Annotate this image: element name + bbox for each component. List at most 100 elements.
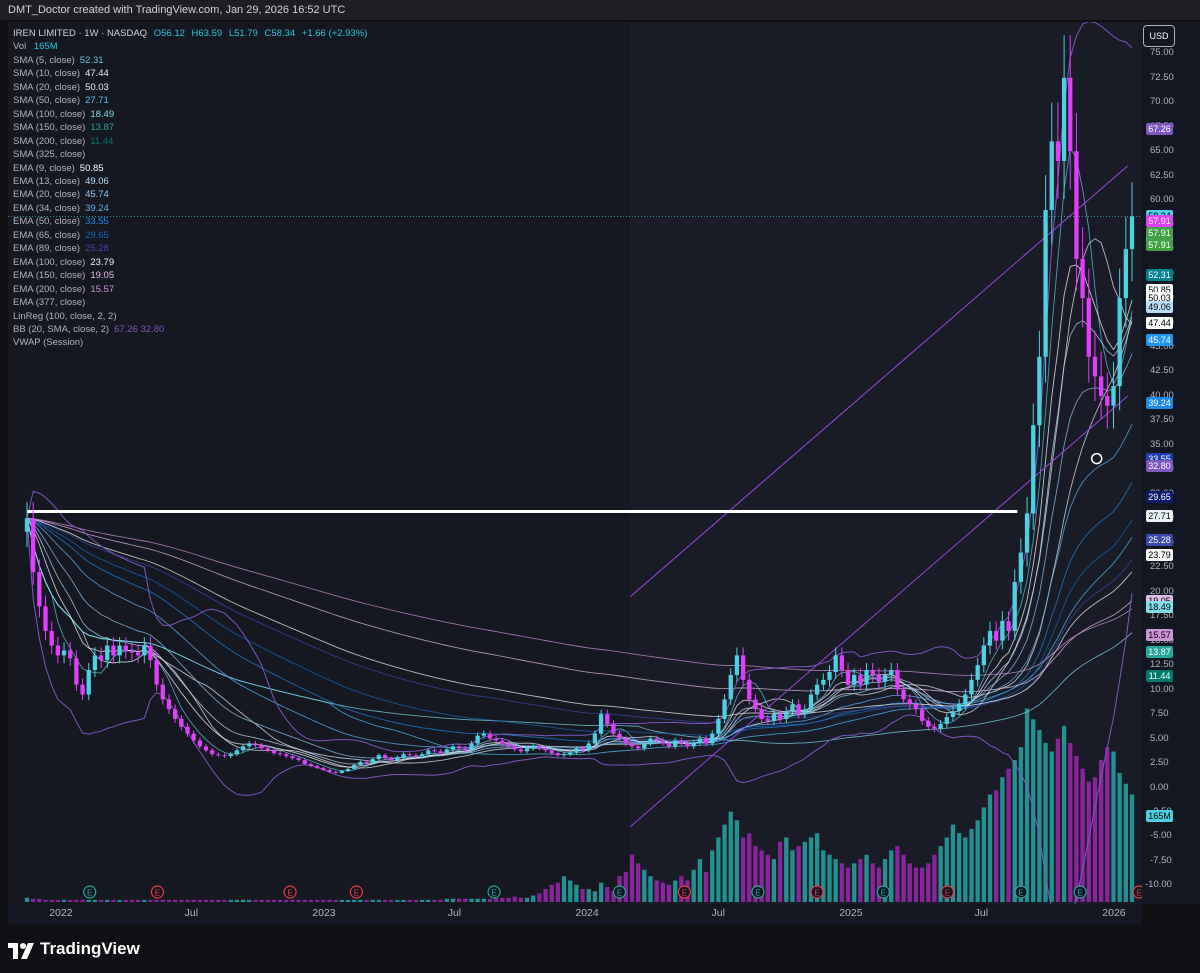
legend-indicator-row[interactable]: SMA (150, close) 13.87 [13, 121, 367, 134]
price-tag: 57.91 [1146, 238, 1173, 251]
volume-bar [1061, 725, 1067, 902]
volume-bar [722, 824, 727, 902]
legend-indicator-row[interactable]: EMA (377, close) [13, 296, 367, 309]
candle-body [222, 755, 227, 757]
legend-indicator-row[interactable]: SMA (325, close) [13, 148, 367, 161]
legend-indicator-row[interactable]: SMA (100, close) 18.49 [13, 108, 367, 121]
candle-body [111, 645, 116, 656]
legend-indicator-value: 15.57 [90, 283, 115, 295]
volume-bar [444, 898, 449, 902]
legend-indicator-row[interactable]: EMA (150, close) 19.05 [13, 269, 367, 282]
candle-body [913, 704, 919, 710]
candle-body [882, 674, 888, 682]
price-tag: 27.71 [1146, 510, 1173, 523]
legend-indicator-label: EMA (89, close) [13, 243, 81, 255]
legend-indicator-row[interactable]: LinReg (100, close, 2, 2) [13, 310, 367, 323]
legend-indicator-row[interactable]: EMA (50, close) 33.55 [13, 215, 367, 228]
volume-bar [648, 876, 653, 902]
legend-indicator-row[interactable]: SMA (50, close) 27.71 [13, 94, 367, 107]
candle-body [1086, 298, 1091, 357]
volume-bar [222, 899, 227, 902]
candle-body [1068, 77, 1073, 152]
legend-symbol[interactable]: IREN LIMITED · 1W · NASDAQ [13, 28, 147, 39]
volume-bar [302, 899, 307, 902]
y-tick-label: 37.50 [1150, 414, 1174, 426]
volume-bar [771, 859, 777, 902]
volume-bar [129, 899, 135, 902]
candle-body [191, 733, 196, 741]
price-tag: 25.28 [1146, 534, 1173, 547]
volume-bar [870, 863, 875, 902]
volume-bar [740, 837, 746, 902]
legend-indicator-row[interactable]: EMA (89, close) 25.28 [13, 242, 367, 255]
legend-indicator-row[interactable]: BB (20, SMA, close, 2) 67.26 32.80 [13, 323, 367, 336]
candle-body [339, 770, 344, 773]
candle-body [24, 518, 30, 532]
candle-body [666, 743, 672, 747]
candle-body [1055, 141, 1061, 162]
volume-bar [259, 899, 264, 902]
volume-bar [1012, 760, 1017, 902]
volume-bar [49, 899, 54, 902]
volume-bar [703, 871, 709, 902]
candle-body [975, 665, 980, 680]
price-tag: 23.79 [1146, 548, 1173, 561]
legend-indicator-row[interactable]: VWAP (Session) [13, 336, 367, 349]
legend-indicator-row[interactable]: EMA (100, close) 23.79 [13, 256, 367, 269]
candle-body [481, 733, 486, 736]
y-tick-label: 72.50 [1150, 71, 1174, 83]
volume-bar [426, 899, 431, 902]
volume-bar [889, 850, 894, 902]
candle-body [49, 630, 54, 646]
legend-indicator-row[interactable]: EMA (13, close) 49.06 [13, 175, 367, 188]
y-tick-label: 70.00 [1150, 96, 1174, 108]
volume-bar [389, 899, 394, 902]
candle-body [617, 733, 622, 739]
volume-bar [592, 891, 598, 902]
legend-indicator-row[interactable]: EMA (34, close) 39.24 [13, 202, 367, 215]
volume-bar [284, 899, 289, 902]
earnings-marker-label: E [881, 889, 886, 898]
legend-indicator-label: VWAP (Session) [13, 337, 84, 349]
candle-body [500, 740, 505, 744]
volume-bar [691, 869, 696, 902]
legend-indicator-row[interactable]: SMA (200, close) 11.44 [13, 135, 367, 148]
volume-bar [710, 850, 715, 902]
volume-bar [401, 899, 406, 902]
candle-body [247, 743, 252, 747]
legend-indicator-label: EMA (100, close) [13, 256, 86, 268]
candle-body [697, 738, 703, 743]
candle-body [314, 765, 320, 768]
volume-bar [796, 846, 801, 902]
candle-body [166, 699, 172, 710]
candle-body [506, 743, 511, 747]
legend-indicator-row[interactable]: SMA (5, close) 52.31 [13, 54, 367, 67]
volume-bar [456, 898, 462, 902]
candle-body [179, 718, 184, 727]
legend-volume-row[interactable]: Vol 165M [13, 40, 367, 53]
volume-bar [734, 820, 740, 902]
candle-body [981, 645, 986, 666]
candle-body [679, 740, 684, 744]
volume-bar [345, 899, 351, 902]
volume-bar [864, 854, 869, 902]
volume-bar [574, 884, 579, 902]
currency-button[interactable]: USD [1143, 25, 1175, 47]
candle-body [105, 645, 110, 661]
candle-body [654, 738, 659, 741]
legend-indicator-row[interactable]: SMA (10, close) 47.44 [13, 67, 367, 80]
legend-indicator-row[interactable]: SMA (20, close) 50.03 [13, 81, 367, 94]
time-axis[interactable]: 2022 Jul 2023 Jul 2024 Jul 2025 Jul 2026 [8, 904, 1142, 924]
price-tag: 45.74 [1146, 333, 1173, 346]
legend-indicator-row[interactable]: EMA (20, close) 45.74 [13, 188, 367, 201]
legend-indicator-label: SMA (325, close) [13, 149, 86, 161]
earnings-marker-label: E [755, 889, 760, 898]
candle-body [1129, 216, 1135, 250]
legend-indicator-row[interactable]: EMA (200, close) 15.57 [13, 283, 367, 296]
volume-bar [86, 899, 91, 902]
legend-indicator-row[interactable]: EMA (9, close) 50.85 [13, 162, 367, 175]
legend-indicator-row[interactable]: EMA (65, close) 29.65 [13, 229, 367, 242]
volume-bar [1049, 751, 1054, 902]
candle-body [635, 746, 641, 749]
volume-bar [1068, 742, 1073, 902]
